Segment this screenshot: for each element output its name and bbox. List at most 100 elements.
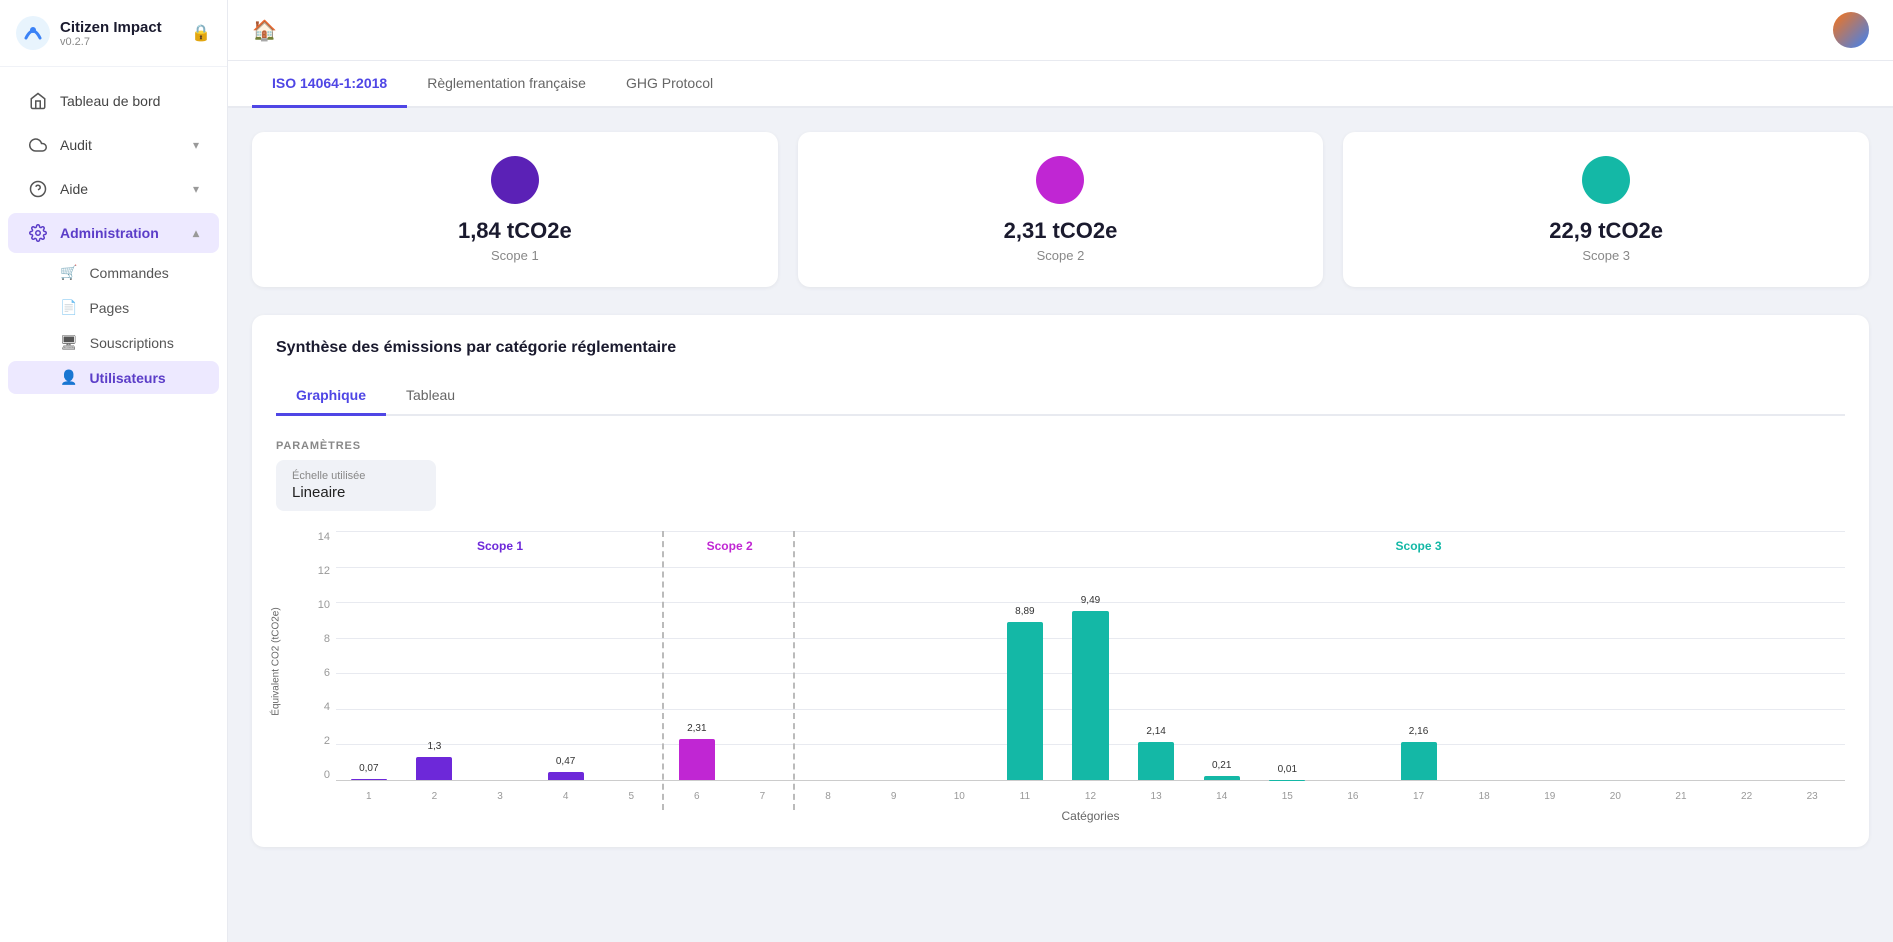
- x-label-8: 8: [825, 791, 831, 802]
- x-label-12: 12: [1085, 791, 1096, 802]
- x-label-15: 15: [1282, 791, 1293, 802]
- sidebar-nav: Tableau de bord Audit ▾ Aide ▾ Administr…: [0, 67, 227, 942]
- x-label-9: 9: [891, 791, 897, 802]
- sidebar-item-tableau-de-bord[interactable]: Tableau de bord: [8, 81, 219, 121]
- y-tick-10: 10: [318, 599, 330, 611]
- y-axis-label: Équivalent CO2 (tCO2e): [271, 602, 282, 722]
- x-label-19: 19: [1544, 791, 1555, 802]
- avatar[interactable]: [1833, 12, 1869, 48]
- bar-14: 0,21: [1204, 776, 1240, 780]
- sidebar-sub-commandes[interactable]: 🛒 Commandes: [8, 256, 219, 289]
- main-content: 🏠 ISO 14064-1:2018 Règlementation frança…: [228, 0, 1893, 942]
- sidebar-item-administration[interactable]: Administration ▴: [8, 213, 219, 253]
- sidebar-sub-item-label: Commandes: [89, 265, 168, 281]
- scope1-dot: [491, 156, 539, 204]
- sidebar-item-aide[interactable]: Aide ▾: [8, 169, 219, 209]
- x-label-14: 14: [1216, 791, 1227, 802]
- chart-tab-bar: Graphique Tableau: [276, 377, 1845, 416]
- scale-select[interactable]: Échelle utilisée Lineaire: [276, 460, 436, 511]
- logo-text: Citizen Impact v0.2.7: [60, 19, 162, 48]
- bar-1: 0,07: [351, 779, 387, 780]
- chevron-up-icon: ▴: [193, 226, 199, 240]
- bar-column-17: 172,16: [1386, 531, 1452, 780]
- bar-column-16: 16: [1320, 531, 1386, 780]
- bar-column-8: 8: [795, 531, 861, 780]
- home-breadcrumb-icon[interactable]: 🏠: [252, 18, 277, 43]
- tab-french[interactable]: Règlementation française: [407, 61, 606, 108]
- chart-tab-tableau[interactable]: Tableau: [386, 377, 475, 416]
- bar-column-9: 9: [861, 531, 927, 780]
- sidebar-item-label: Tableau de bord: [60, 93, 160, 109]
- bar-value-label-6: 2,31: [687, 723, 706, 734]
- bar-6: 2,31: [679, 739, 715, 780]
- y-tick-4: 4: [324, 701, 330, 713]
- monitor-icon: 🖥: [60, 334, 78, 351]
- y-axis: Équivalent CO2 (tCO2e) 14 12 10 8 6 4 2 …: [276, 531, 336, 781]
- chart-with-yaxis: Équivalent CO2 (tCO2e) 14 12 10 8 6 4 2 …: [276, 531, 1845, 781]
- params-section-label: PARAMÈTRES: [276, 440, 1845, 452]
- x-label-1: 1: [366, 791, 372, 802]
- x-label-7: 7: [760, 791, 766, 802]
- help-icon: [28, 179, 48, 199]
- sidebar-sub-item-label: Pages: [89, 300, 129, 316]
- x-label-20: 20: [1610, 791, 1621, 802]
- app-name: Citizen Impact: [60, 19, 162, 36]
- person-icon: 👤: [60, 369, 77, 386]
- scope3-label: Scope 3: [1582, 248, 1630, 263]
- x-label-17: 17: [1413, 791, 1424, 802]
- sidebar-sub-pages[interactable]: 📄 Pages: [8, 291, 219, 324]
- x-axis-label: Catégories: [336, 809, 1845, 823]
- sidebar-sub-item-label: Souscriptions: [90, 335, 174, 351]
- sidebar-sub-utilisateurs[interactable]: 👤 Utilisateurs: [8, 361, 219, 394]
- tab-ghg[interactable]: GHG Protocol: [606, 61, 733, 108]
- x-label-16: 16: [1347, 791, 1358, 802]
- x-label-4: 4: [563, 791, 569, 802]
- x-label-22: 22: [1741, 791, 1752, 802]
- scope-cards-grid: 1,84 tCO2e Scope 1 2,31 tCO2e Scope 2 22…: [252, 132, 1869, 287]
- bar-column-10: 10: [926, 531, 992, 780]
- tab-iso[interactable]: ISO 14064-1:2018: [252, 61, 407, 108]
- app-version: v0.2.7: [60, 36, 162, 48]
- cart-icon: 🛒: [60, 264, 77, 281]
- scale-label: Échelle utilisée: [292, 470, 420, 482]
- bar-column-19: 19: [1517, 531, 1583, 780]
- cloud-icon: [28, 135, 48, 155]
- chart-tab-graphique[interactable]: Graphique: [276, 377, 386, 416]
- topbar-right: [1833, 12, 1869, 48]
- bar-value-label-14: 0,21: [1212, 760, 1231, 771]
- y-tick-6: 6: [324, 667, 330, 679]
- bar-column-1: 10,07: [336, 531, 402, 780]
- x-label-18: 18: [1479, 791, 1490, 802]
- sidebar-item-label: Administration: [60, 225, 159, 241]
- scope3-value: 22,9 tCO2e: [1549, 218, 1663, 244]
- lock-icon: 🔒: [191, 23, 211, 43]
- chevron-down-icon: ▾: [193, 138, 199, 152]
- bar-13: 2,14: [1138, 742, 1174, 780]
- bar-12: 9,49: [1072, 611, 1108, 780]
- bar-column-21: 21: [1648, 531, 1714, 780]
- sidebar-logo: Citizen Impact v0.2.7 🔒: [0, 0, 227, 67]
- y-tick-14: 14: [318, 531, 330, 543]
- bar-column-23: 23: [1779, 531, 1845, 780]
- bar-column-5: 5: [598, 531, 664, 780]
- standards-tab-bar: ISO 14064-1:2018 Règlementation français…: [228, 61, 1893, 108]
- scope2-card: 2,31 tCO2e Scope 2: [798, 132, 1324, 287]
- main-area: ISO 14064-1:2018 Règlementation français…: [228, 61, 1893, 942]
- bar-value-label-15: 0,01: [1278, 764, 1297, 775]
- sidebar-item-audit[interactable]: Audit ▾: [8, 125, 219, 165]
- bar-column-15: 150,01: [1255, 531, 1321, 780]
- scale-value: Lineaire: [292, 484, 420, 501]
- bar-2: 1,3: [416, 757, 452, 780]
- y-tick-0: 0: [324, 769, 330, 781]
- y-tick-12: 12: [318, 565, 330, 577]
- sidebar-item-label: Audit: [60, 137, 92, 153]
- bar-value-label-17: 2,16: [1409, 726, 1428, 737]
- bar-column-6: 62,31: [664, 531, 730, 780]
- file-icon: 📄: [60, 299, 77, 316]
- bar-value-label-11: 8,89: [1015, 606, 1034, 617]
- bars-container: 10,0721,3340,47562,3178910118,89129,4913…: [336, 531, 1845, 781]
- bar-column-20: 20: [1583, 531, 1649, 780]
- sidebar-sub-souscriptions[interactable]: 🖥 Souscriptions: [8, 326, 219, 359]
- y-tick-8: 8: [324, 633, 330, 645]
- bar-value-label-13: 2,14: [1146, 726, 1165, 737]
